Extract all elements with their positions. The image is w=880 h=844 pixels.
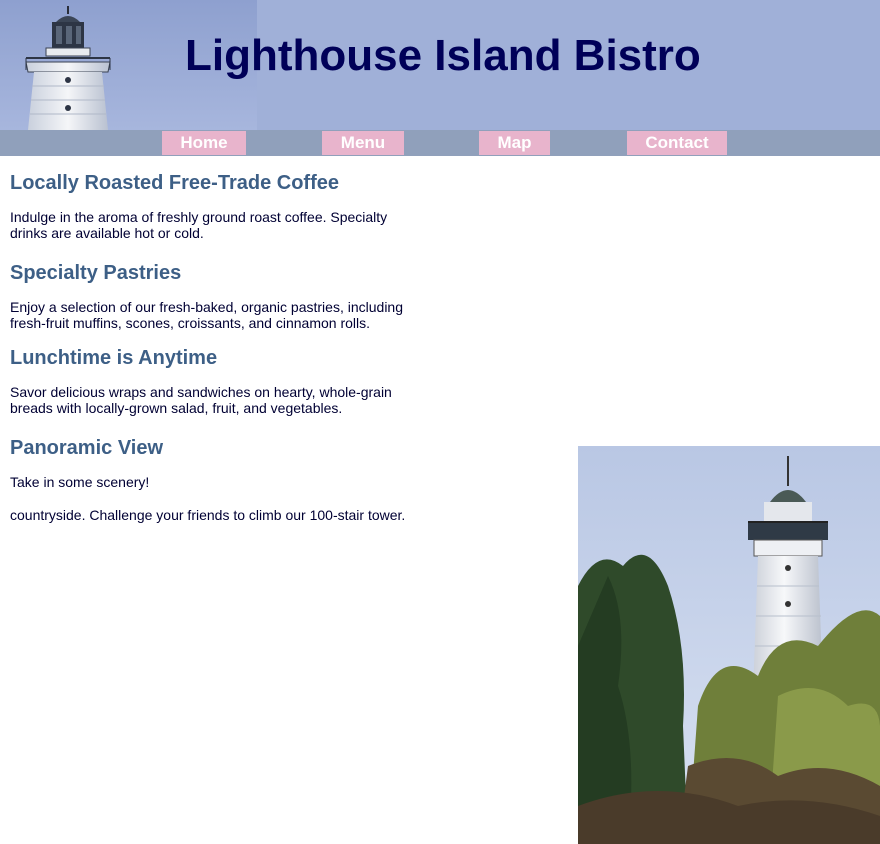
site-title: Lighthouse Island Bistro [185, 31, 701, 80]
nav-bar: Home Menu Map Contact [0, 130, 880, 156]
nav-menu-link[interactable]: Menu [322, 131, 404, 155]
section-text-coffee: Indulge in the aroma of freshly ground r… [10, 209, 388, 241]
section-heading-coffee: Locally Roasted Free-Trade Coffee [10, 172, 339, 194]
lighthouse-photo [578, 446, 880, 844]
section-text-view: Take in some scenery! [10, 474, 150, 490]
section-text-lunch: Savor delicious wraps and sandwiches on … [10, 384, 392, 416]
nav-contact-link[interactable]: Contact [627, 131, 727, 155]
section-text-view-continued: countryside. Challenge your friends to c… [10, 507, 406, 523]
section-heading-lunch: Lunchtime is Anytime [10, 347, 218, 369]
nav-home-link[interactable]: Home [162, 131, 246, 155]
section-heading-pastries: Specialty Pastries [10, 262, 182, 284]
site-header: Lighthouse Island Bistro [0, 0, 880, 130]
section-heading-view: Panoramic View [10, 437, 164, 459]
nav-map-link[interactable]: Map [479, 131, 550, 155]
section-text-pastries: Enjoy a selection of our fresh-baked, or… [10, 299, 403, 331]
